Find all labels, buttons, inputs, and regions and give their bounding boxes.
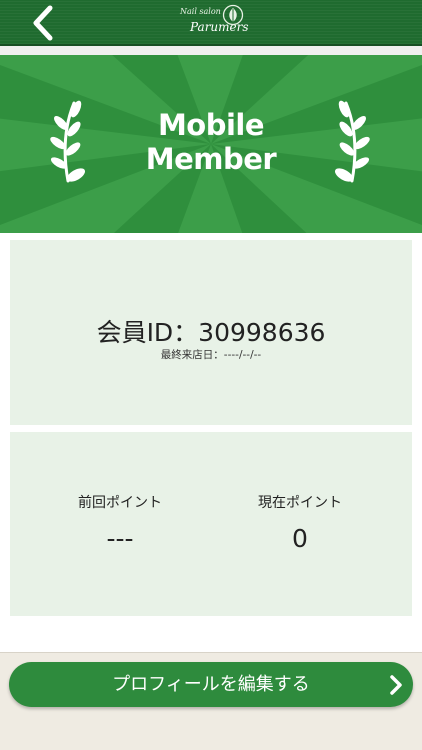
previous-points-value: --- <box>106 524 134 553</box>
chevron-right-icon <box>390 675 402 695</box>
app-header: Nail salon Parumers <box>0 0 422 46</box>
points-card: 前回ポイント --- 現在ポイント 0 <box>10 432 412 616</box>
banner-title-line-2: Member <box>145 142 277 176</box>
chevron-left-icon[interactable] <box>28 4 62 42</box>
mobile-member-banner: Mobile Member <box>0 55 422 233</box>
current-points-value: 0 <box>292 524 308 553</box>
last-visit-date: 最終来店日：----/--/-- <box>160 349 262 361</box>
member-id-card: 会員ID：30998636 最終来店日：----/--/-- <box>10 240 412 425</box>
salon-logo: Nail salon Parumers <box>176 3 249 41</box>
edit-profile-label: プロフィールを編集する <box>112 674 310 695</box>
previous-points-label: 前回ポイント <box>78 495 162 511</box>
member-id: 会員ID：30998636 <box>96 318 326 347</box>
banner-title-line-1: Mobile <box>157 108 265 142</box>
logo-subtitle: Nail salon <box>180 7 221 16</box>
leaf-circle-icon <box>222 4 244 26</box>
current-points-label: 現在ポイント <box>258 495 342 511</box>
banner-title: Mobile Member <box>0 108 422 176</box>
edit-profile-button[interactable]: プロフィールを編集する <box>9 662 413 707</box>
header-gap <box>0 46 422 55</box>
